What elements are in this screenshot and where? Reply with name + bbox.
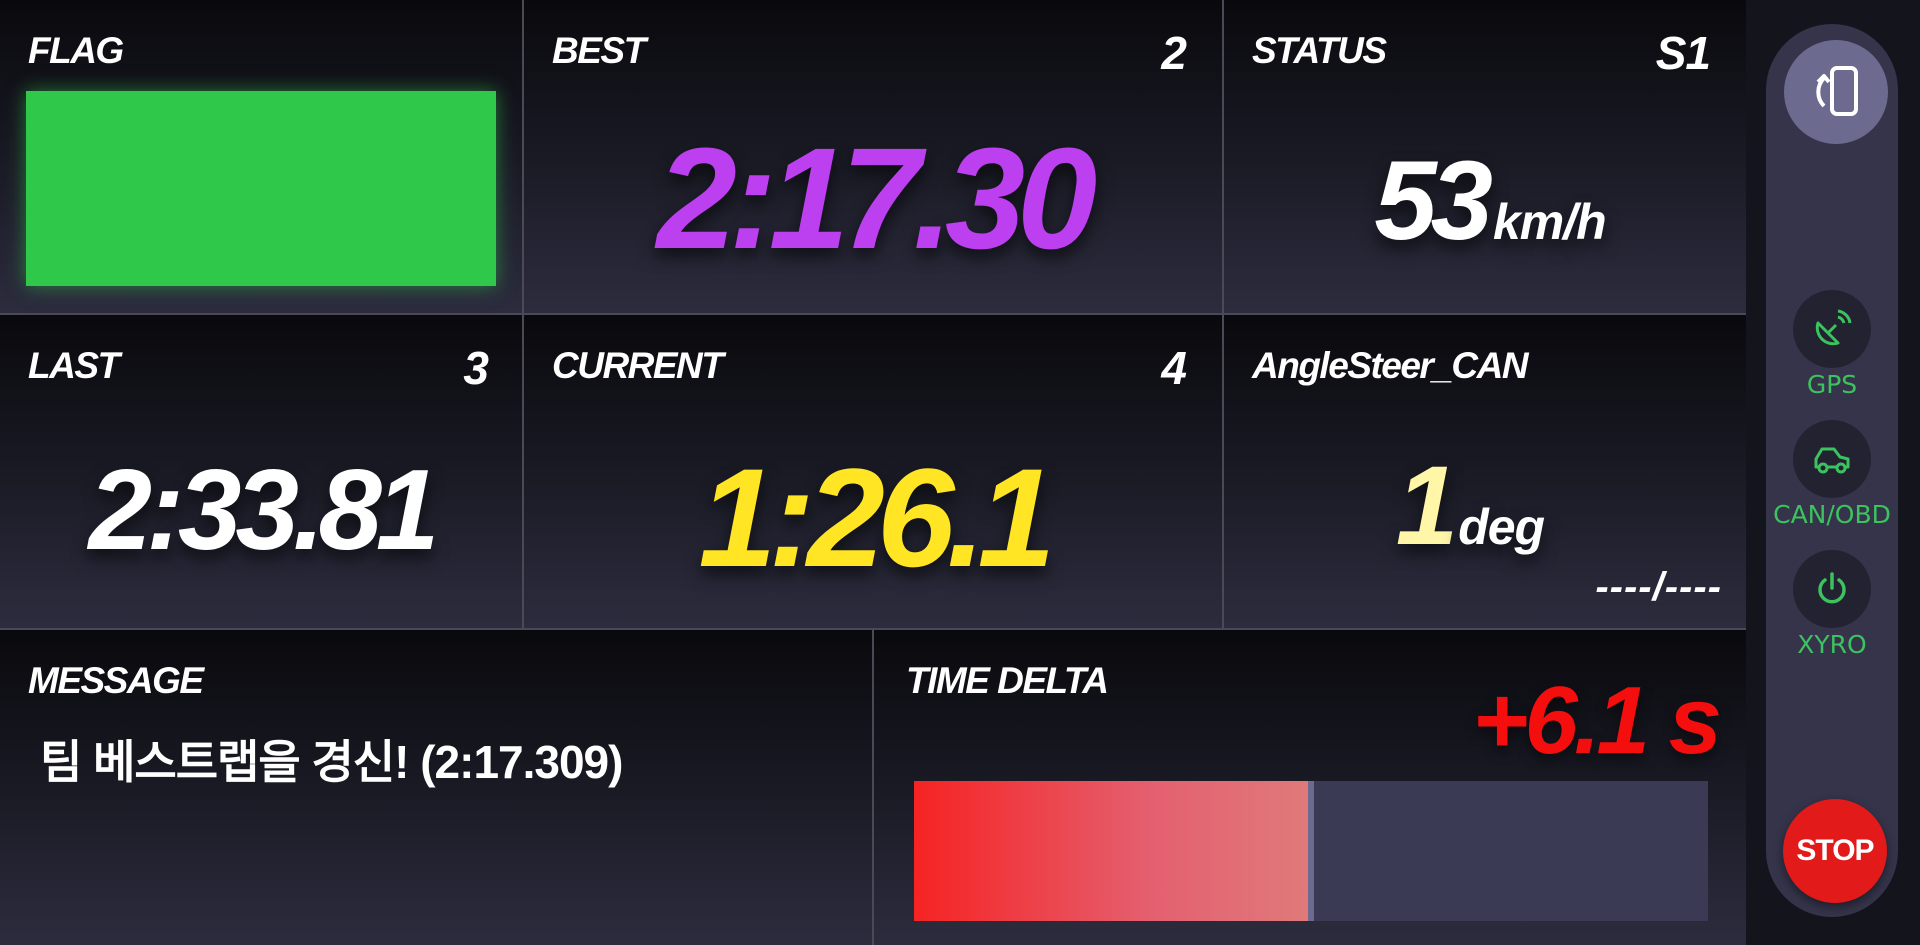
current-lap-number: 4 (1161, 342, 1187, 394)
can-obd-status-label: CAN/OBD (1773, 500, 1891, 529)
speed-unit: km/h (1492, 194, 1607, 250)
speed-value: 53 (1374, 138, 1493, 263)
satellite-dish-icon (1815, 309, 1852, 346)
status-label: STATUS (1252, 30, 1387, 71)
best-label: BEST (552, 30, 646, 71)
car-icon (1814, 447, 1850, 474)
last-lap-time: 2:33.81 (88, 447, 440, 574)
angle-steer-panel: AngleSteer_CAN 1 deg ----/---- (1224, 315, 1746, 628)
dashboard-board: FLAG BEST 2 2:17.30 STATUS S1 53 km/h LAS… (0, 0, 1746, 945)
angle-extra-readout: ----/---- (1595, 565, 1722, 609)
last-label: LAST (28, 345, 120, 386)
message-panel: MESSAGE 팀 베스트랩을 경신! (2:17.309) (0, 630, 872, 945)
xyro-status[interactable]: XYRO (1766, 550, 1898, 659)
gps-status-label: GPS (1806, 370, 1858, 399)
current-label: CURRENT (552, 345, 724, 386)
last-lap-number: 3 (463, 342, 489, 394)
can-obd-status-circle (1793, 420, 1871, 498)
angle-unit: deg (1458, 499, 1545, 555)
time-delta-bar-fill (914, 781, 1311, 921)
sidebar: GPS CAN/OBD XYRO STOP (1746, 0, 1920, 945)
message-text: 팀 베스트랩을 경신! (2:17.309) (40, 736, 623, 788)
gps-status[interactable]: GPS (1766, 290, 1898, 399)
gps-status-circle (1793, 290, 1871, 368)
speed-readout: 53 km/h (1234, 136, 1746, 265)
best-panel: BEST 2 2:17.30 (524, 0, 1222, 313)
flag-label: FLAG (28, 30, 124, 71)
flag-indicator (26, 91, 496, 286)
can-obd-status[interactable]: CAN/OBD (1766, 420, 1898, 529)
angle-readout: 1 deg (1224, 441, 1746, 570)
current-lap-time: 1:26.1 (698, 439, 1056, 596)
time-delta-value: +6.1 s (1472, 667, 1722, 774)
best-lap-time: 2:17.30 (656, 118, 1097, 279)
time-delta-panel: TIME DELTA +6.1 s (874, 630, 1746, 945)
angle-value: 1 (1395, 443, 1458, 568)
angle-steer-label: AngleSteer_CAN (1252, 345, 1529, 386)
time-delta-bar (914, 781, 1708, 921)
best-lap-number: 2 (1161, 27, 1187, 79)
stop-button[interactable]: STOP (1783, 799, 1887, 903)
time-delta-label: TIME DELTA (906, 660, 1109, 701)
current-panel: CURRENT 4 1:26.1 (524, 315, 1222, 628)
power-icon (1818, 572, 1846, 604)
time-delta-bar-marker (1308, 781, 1314, 921)
status-panel: STATUS S1 53 km/h (1224, 0, 1746, 313)
sidebar-panel: GPS CAN/OBD XYRO STOP (1766, 24, 1898, 917)
screen-rotation-icon (1816, 66, 1858, 116)
xyro-status-label: XYRO (1797, 630, 1867, 659)
xyro-status-circle (1793, 550, 1871, 628)
rotate-screen-button[interactable] (1784, 40, 1888, 144)
flag-panel: FLAG (0, 0, 522, 313)
message-label: MESSAGE (28, 660, 204, 701)
status-sector: S1 (1655, 27, 1711, 79)
last-panel: LAST 3 2:33.81 (0, 315, 522, 628)
